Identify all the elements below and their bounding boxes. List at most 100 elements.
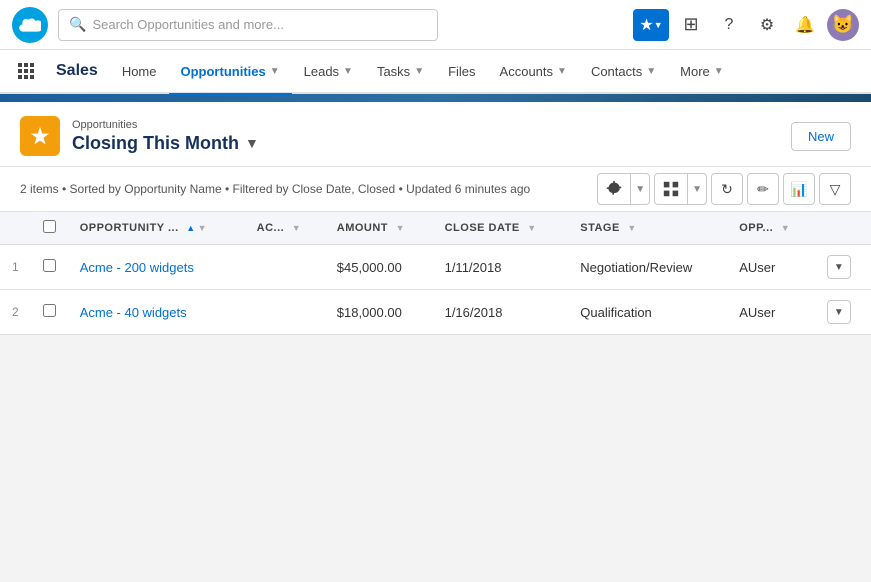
top-nav: 🔍 Search Opportunities and more... ★ ▼ ⊞… (0, 0, 871, 50)
row-account (245, 245, 325, 290)
row-account (245, 290, 325, 335)
amount-col-chevron-icon: ▼ (396, 223, 405, 233)
nav-items: Home Opportunities ▼ Leads ▼ Tasks ▼ Fil… (110, 49, 736, 93)
search-placeholder: Search Opportunities and more... (92, 17, 284, 32)
tasks-chevron-icon: ▼ (414, 66, 424, 77)
row-number: 1 (0, 245, 31, 290)
opportunities-table: OPPORTUNITY ... ▲ ▼ AC... ▼ AMOUNT ▼ (0, 212, 871, 335)
nav-label-more: More (680, 64, 710, 79)
app-nav: Sales Home Opportunities ▼ Leads ▼ Tasks… (0, 50, 871, 94)
settings-toolbar-chevron-icon: ▼ (630, 174, 649, 204)
nav-item-opportunities[interactable]: Opportunities ▼ (169, 49, 292, 95)
chart-icon: 📊 (790, 181, 807, 198)
nav-item-accounts[interactable]: Accounts ▼ (488, 49, 579, 95)
favorites-button[interactable]: ★ ▼ (633, 9, 669, 41)
row-owner: AUser (727, 290, 815, 335)
avatar-icon: 😺 (832, 14, 854, 35)
nav-label-contacts: Contacts (591, 64, 642, 79)
search-bar[interactable]: 🔍 Search Opportunities and more... (58, 9, 438, 41)
nav-item-leads[interactable]: Leads ▼ (292, 49, 365, 95)
row-checkbox-0[interactable] (43, 259, 56, 272)
accounts-chevron-icon: ▼ (557, 66, 567, 77)
account-col-chevron-icon: ▼ (292, 223, 301, 233)
filter-icon: ▽ (830, 181, 841, 198)
opportunity-link-0[interactable]: Acme - 200 widgets (80, 260, 194, 275)
th-account[interactable]: AC... ▼ (245, 212, 325, 245)
search-icon: 🔍 (69, 16, 86, 33)
row-amount: $45,000.00 (325, 245, 433, 290)
app-grid-button[interactable] (8, 53, 44, 89)
opportunity-link-1[interactable]: Acme - 40 widgets (80, 305, 187, 320)
help-icon: ? (725, 16, 734, 34)
row-amount: $18,000.00 (325, 290, 433, 335)
list-icon (20, 116, 60, 156)
contacts-chevron-icon: ▼ (646, 66, 656, 77)
view-toggle-chevron-icon: ▼ (687, 174, 706, 204)
bell-icon: 🔔 (795, 15, 815, 35)
th-checkbox (31, 212, 68, 245)
select-all-checkbox[interactable] (43, 220, 56, 233)
nav-label-home: Home (122, 64, 157, 79)
nav-label-leads: Leads (304, 64, 339, 79)
row-actions-cell: ▼ (815, 245, 871, 290)
nav-item-contacts[interactable]: Contacts ▼ (579, 49, 668, 95)
list-header: Opportunities Closing This Month ▼ New (0, 102, 871, 167)
list-header-text: Opportunities Closing This Month ▼ (72, 119, 791, 154)
th-amount[interactable]: AMOUNT ▼ (325, 212, 433, 245)
page-content: Opportunities Closing This Month ▼ New 2… (0, 102, 871, 335)
row-checkbox-cell (31, 290, 68, 335)
row-opportunity[interactable]: Acme - 40 widgets (68, 290, 245, 335)
chart-button[interactable]: 📊 (783, 173, 815, 205)
row-close-date: 1/16/2018 (433, 290, 569, 335)
salesforce-logo (12, 7, 48, 43)
nav-label-tasks: Tasks (377, 64, 410, 79)
view-toggle-button[interactable]: ▼ (654, 173, 707, 205)
table-row: 1 Acme - 200 widgets $45,000.00 1/11/201… (0, 245, 871, 290)
row-actions-button-0[interactable]: ▼ (827, 255, 851, 279)
more-chevron-icon: ▼ (714, 66, 724, 77)
nav-label-opportunities: Opportunities (181, 64, 266, 79)
star-icon: ★ (639, 15, 653, 35)
plus-icon: ⊞ (683, 14, 698, 35)
list-info: 2 items • Sorted by Opportunity Name • F… (20, 182, 530, 196)
user-avatar[interactable]: 😺 (827, 9, 859, 41)
th-owner[interactable]: OPP... ▼ (727, 212, 815, 245)
notifications-button[interactable]: 🔔 (789, 9, 821, 41)
nav-item-files[interactable]: Files (436, 49, 487, 95)
owner-col-chevron-icon: ▼ (781, 223, 790, 233)
list-toolbar: 2 items • Sorted by Opportunity Name • F… (0, 167, 871, 212)
filter-button[interactable]: ▽ (819, 173, 851, 205)
row-opportunity[interactable]: Acme - 200 widgets (68, 245, 245, 290)
edit-button[interactable]: ✏ (747, 173, 779, 205)
row-stage: Negotiation/Review (568, 245, 727, 290)
list-breadcrumb: Opportunities (72, 119, 791, 131)
new-button[interactable]: New (791, 122, 851, 151)
refresh-icon: ↻ (721, 181, 733, 198)
row-owner: AUser (727, 245, 815, 290)
sort-down-icon: ▼ (198, 223, 207, 233)
row-number: 2 (0, 290, 31, 335)
th-opportunity[interactable]: OPPORTUNITY ... ▲ ▼ (68, 212, 245, 245)
settings-button[interactable]: ⚙ (751, 9, 783, 41)
help-button[interactable]: ? (713, 9, 745, 41)
row-close-date: 1/11/2018 (433, 245, 569, 290)
nav-label-accounts: Accounts (500, 64, 553, 79)
row-checkbox-cell (31, 245, 68, 290)
app-name: Sales (44, 62, 110, 80)
row-checkbox-1[interactable] (43, 304, 56, 317)
opportunities-chevron-icon: ▼ (270, 66, 280, 77)
nav-item-more[interactable]: More ▼ (668, 49, 736, 95)
th-close-date[interactable]: CLOSE DATE ▼ (433, 212, 569, 245)
settings-toolbar-button[interactable]: ▼ (597, 173, 650, 205)
nav-item-home[interactable]: Home (110, 49, 169, 95)
row-actions-button-1[interactable]: ▼ (827, 300, 851, 324)
refresh-button[interactable]: ↻ (711, 173, 743, 205)
nav-item-tasks[interactable]: Tasks ▼ (365, 49, 436, 95)
list-title-chevron-icon[interactable]: ▼ (245, 135, 259, 151)
th-stage[interactable]: STAGE ▼ (568, 212, 727, 245)
sort-up-icon: ▲ (186, 223, 195, 233)
table-container: OPPORTUNITY ... ▲ ▼ AC... ▼ AMOUNT ▼ (0, 212, 871, 335)
add-button[interactable]: ⊞ (675, 9, 707, 41)
list-title: Closing This Month ▼ (72, 133, 791, 154)
header-band (0, 94, 871, 102)
